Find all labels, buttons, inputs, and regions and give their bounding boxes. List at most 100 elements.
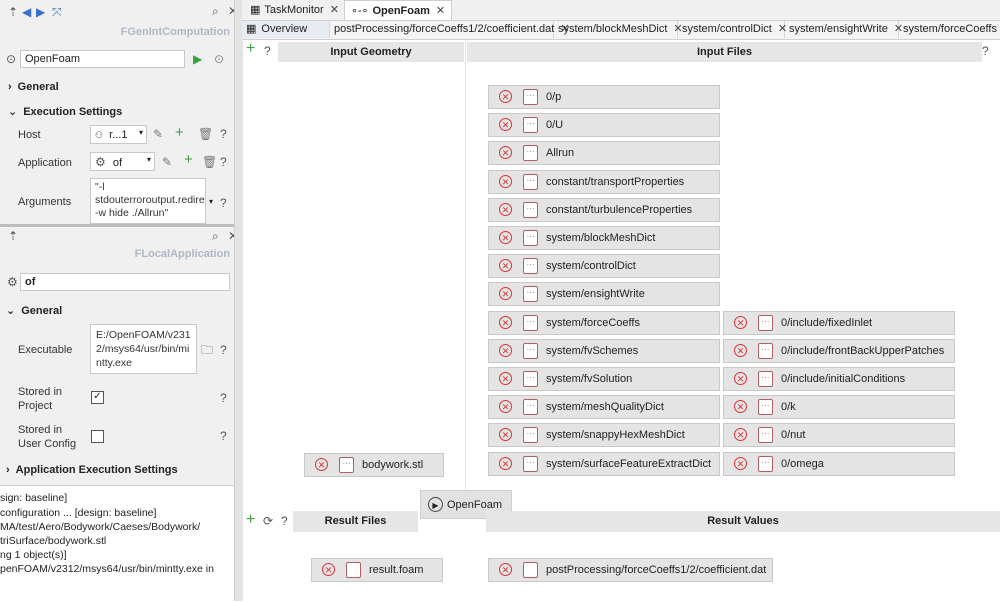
target-icon[interactable]: ⊙ — [214, 52, 224, 66]
help-icon[interactable]: ? — [220, 391, 227, 405]
file-icon[interactable] — [346, 562, 361, 578]
input-file-item[interactable]: ✕ ··· system/fvSchemes — [488, 338, 720, 363]
input-file-item[interactable]: ✕ ··· system/surfaceFeatureExtractDict — [488, 451, 720, 476]
tab-taskmonitor[interactable]: ▦ TaskMonitor ✕ — [244, 0, 345, 20]
help-icon[interactable]: ? — [264, 44, 271, 58]
file-icon[interactable]: ··· — [523, 201, 538, 218]
help-icon[interactable]: ? — [220, 343, 227, 357]
tab-coefficient-dat[interactable]: postProcessing/forceCoeffs1/2/coefficien… — [330, 21, 570, 38]
search-icon[interactable]: ⌕ — [212, 229, 219, 243]
help-icon[interactable]: ? — [220, 196, 227, 210]
input-file-item[interactable]: ✕ ··· system/blockMeshDict — [488, 226, 720, 250]
arguments-input[interactable]: "-l stdouterroroutput.redirect -w hide .… — [90, 178, 206, 224]
remove-icon[interactable]: ✕ — [499, 202, 512, 216]
remove-icon[interactable]: ✕ — [499, 315, 512, 329]
file-icon[interactable]: ··· — [523, 89, 538, 105]
host-select[interactable]: ⚇ r...1 ▾ — [90, 125, 147, 144]
file-icon[interactable]: ··· — [758, 427, 773, 444]
tab-overview[interactable]: ▦ Overview — [242, 21, 330, 38]
edit-icon[interactable]: ✎ — [153, 127, 163, 141]
input-file-item[interactable]: ✕ ··· system/forceCoeffs — [488, 310, 720, 335]
tab-controldict[interactable]: system/controlDict ✕ — [678, 21, 787, 38]
add-icon[interactable]: + — [246, 41, 255, 57]
remove-icon[interactable]: ✕ — [499, 287, 512, 301]
delete-icon[interactable]: 🗑 — [198, 127, 213, 141]
add-icon[interactable]: + — [246, 512, 255, 528]
help-icon[interactable]: ? — [281, 514, 288, 528]
file-icon[interactable]: ··· — [523, 117, 538, 134]
file-icon[interactable]: ··· — [523, 145, 538, 162]
remove-icon[interactable]: ✕ — [499, 259, 512, 273]
remove-icon[interactable]: ✕ — [322, 563, 335, 576]
input-file-item[interactable]: ✕ ··· system/meshQualityDict — [488, 395, 720, 420]
pin-icon[interactable]: ⇡ — [8, 229, 18, 243]
application-select[interactable]: ⚙ of ▾ — [90, 152, 155, 171]
stored-in-project-checkbox[interactable]: ✓ — [91, 391, 104, 404]
folder-icon[interactable]: 🗀 — [201, 343, 213, 357]
input-file-item[interactable]: ✕ ··· 0/include/frontBackUpperPatches — [723, 338, 955, 363]
forward-icon[interactable]: ▶ — [36, 5, 45, 19]
file-icon[interactable]: ··· — [523, 173, 538, 190]
file-icon[interactable]: ··· — [758, 399, 773, 416]
help-icon[interactable]: ? — [220, 127, 227, 141]
input-file-item[interactable]: ✕ ··· system/snappyHexMeshDict — [488, 423, 720, 448]
file-icon[interactable]: ··· — [523, 286, 538, 303]
input-file-item[interactable]: ✕ ··· 0/include/initialConditions — [723, 367, 955, 391]
sync-icon[interactable]: ⤧ — [52, 5, 62, 19]
input-file-item[interactable]: ✕ ··· system/fvSolution — [488, 367, 720, 391]
pin-icon[interactable]: ⇡ — [8, 5, 18, 19]
help-icon[interactable]: ? — [220, 429, 227, 443]
delete-icon[interactable]: 🗑 — [202, 155, 217, 169]
search-icon[interactable]: ⌕ — [212, 4, 219, 18]
tab-openfoam[interactable]: ∘-∘ OpenFoam ✕ — [344, 0, 453, 20]
remove-icon[interactable]: ✕ — [315, 458, 328, 471]
edit-icon[interactable]: ✎ — [162, 155, 172, 169]
tab-forcecoeffs[interactable]: system/forceCoeffs✕ — [899, 21, 1000, 38]
tab-blockmeshdict[interactable]: system/blockMeshDict ✕ — [554, 21, 683, 38]
application-execution-settings-section[interactable]: › Application Execution Settings — [6, 464, 178, 476]
remove-icon[interactable]: ✕ — [499, 90, 512, 103]
remove-icon[interactable]: ✕ — [499, 456, 512, 470]
application-name-input[interactable]: of — [20, 273, 230, 291]
tab-ensightwrite[interactable]: system/ensightWrite ✕ — [785, 21, 903, 38]
file-icon[interactable]: ··· — [758, 371, 773, 387]
input-file-item[interactable]: ✕ ··· system/controlDict — [488, 254, 720, 279]
remove-icon[interactable]: ✕ — [734, 456, 747, 470]
back-icon[interactable]: ◀ — [22, 5, 31, 19]
help-icon[interactable]: ? — [982, 44, 989, 58]
result-value-item[interactable]: ✕ postProcessing/forceCoeffs1/2/coeffici… — [488, 558, 773, 582]
general-section[interactable]: ⌄ General — [6, 304, 62, 317]
remove-icon[interactable]: ✕ — [499, 174, 512, 188]
vertical-divider[interactable] — [234, 0, 243, 601]
file-icon[interactable]: ··· — [523, 258, 538, 275]
remove-icon[interactable]: ✕ — [734, 343, 747, 357]
remove-icon[interactable]: ✕ — [499, 428, 512, 442]
remove-icon[interactable]: ✕ — [734, 372, 747, 385]
input-file-item[interactable]: ✕ ··· 0/include/fixedInlet — [723, 310, 955, 335]
file-icon[interactable]: ··· — [523, 427, 538, 444]
add-icon[interactable]: + — [184, 152, 193, 167]
remove-icon[interactable]: ✕ — [499, 400, 512, 414]
play-icon[interactable]: ▶ — [193, 52, 202, 66]
file-icon[interactable]: ··· — [339, 457, 354, 473]
remove-icon[interactable]: ✕ — [499, 146, 512, 160]
input-file-item[interactable]: ✕ ··· Allrun — [488, 141, 720, 166]
file-icon[interactable]: ··· — [758, 342, 773, 359]
remove-icon[interactable]: ✕ — [734, 315, 747, 329]
executable-input[interactable]: E:/OpenFOAM/v2312/msys64/usr/bin/mintty.… — [90, 324, 197, 374]
stored-in-user-config-checkbox[interactable] — [91, 430, 104, 443]
run-target-icon[interactable]: ⊙ — [6, 52, 16, 66]
file-icon[interactable]: ··· — [758, 455, 773, 472]
remove-icon[interactable]: ✕ — [499, 372, 512, 385]
remove-icon[interactable]: ✕ — [734, 428, 747, 442]
input-file-item[interactable]: ✕ ··· 0/nut — [723, 423, 955, 448]
file-icon[interactable]: ··· — [523, 230, 538, 246]
file-icon[interactable]: ··· — [523, 371, 538, 387]
geometry-file-item[interactable]: ✕ ··· bodywork.stl — [304, 453, 444, 477]
input-file-item[interactable]: ✕ ··· 0/U — [488, 113, 720, 138]
remove-icon[interactable]: ✕ — [499, 231, 512, 244]
remove-icon[interactable]: ✕ — [499, 118, 512, 132]
remove-icon[interactable]: ✕ — [499, 563, 512, 576]
input-file-item[interactable]: ✕ ··· 0/p — [488, 85, 720, 109]
help-icon[interactable]: ? — [220, 155, 227, 169]
